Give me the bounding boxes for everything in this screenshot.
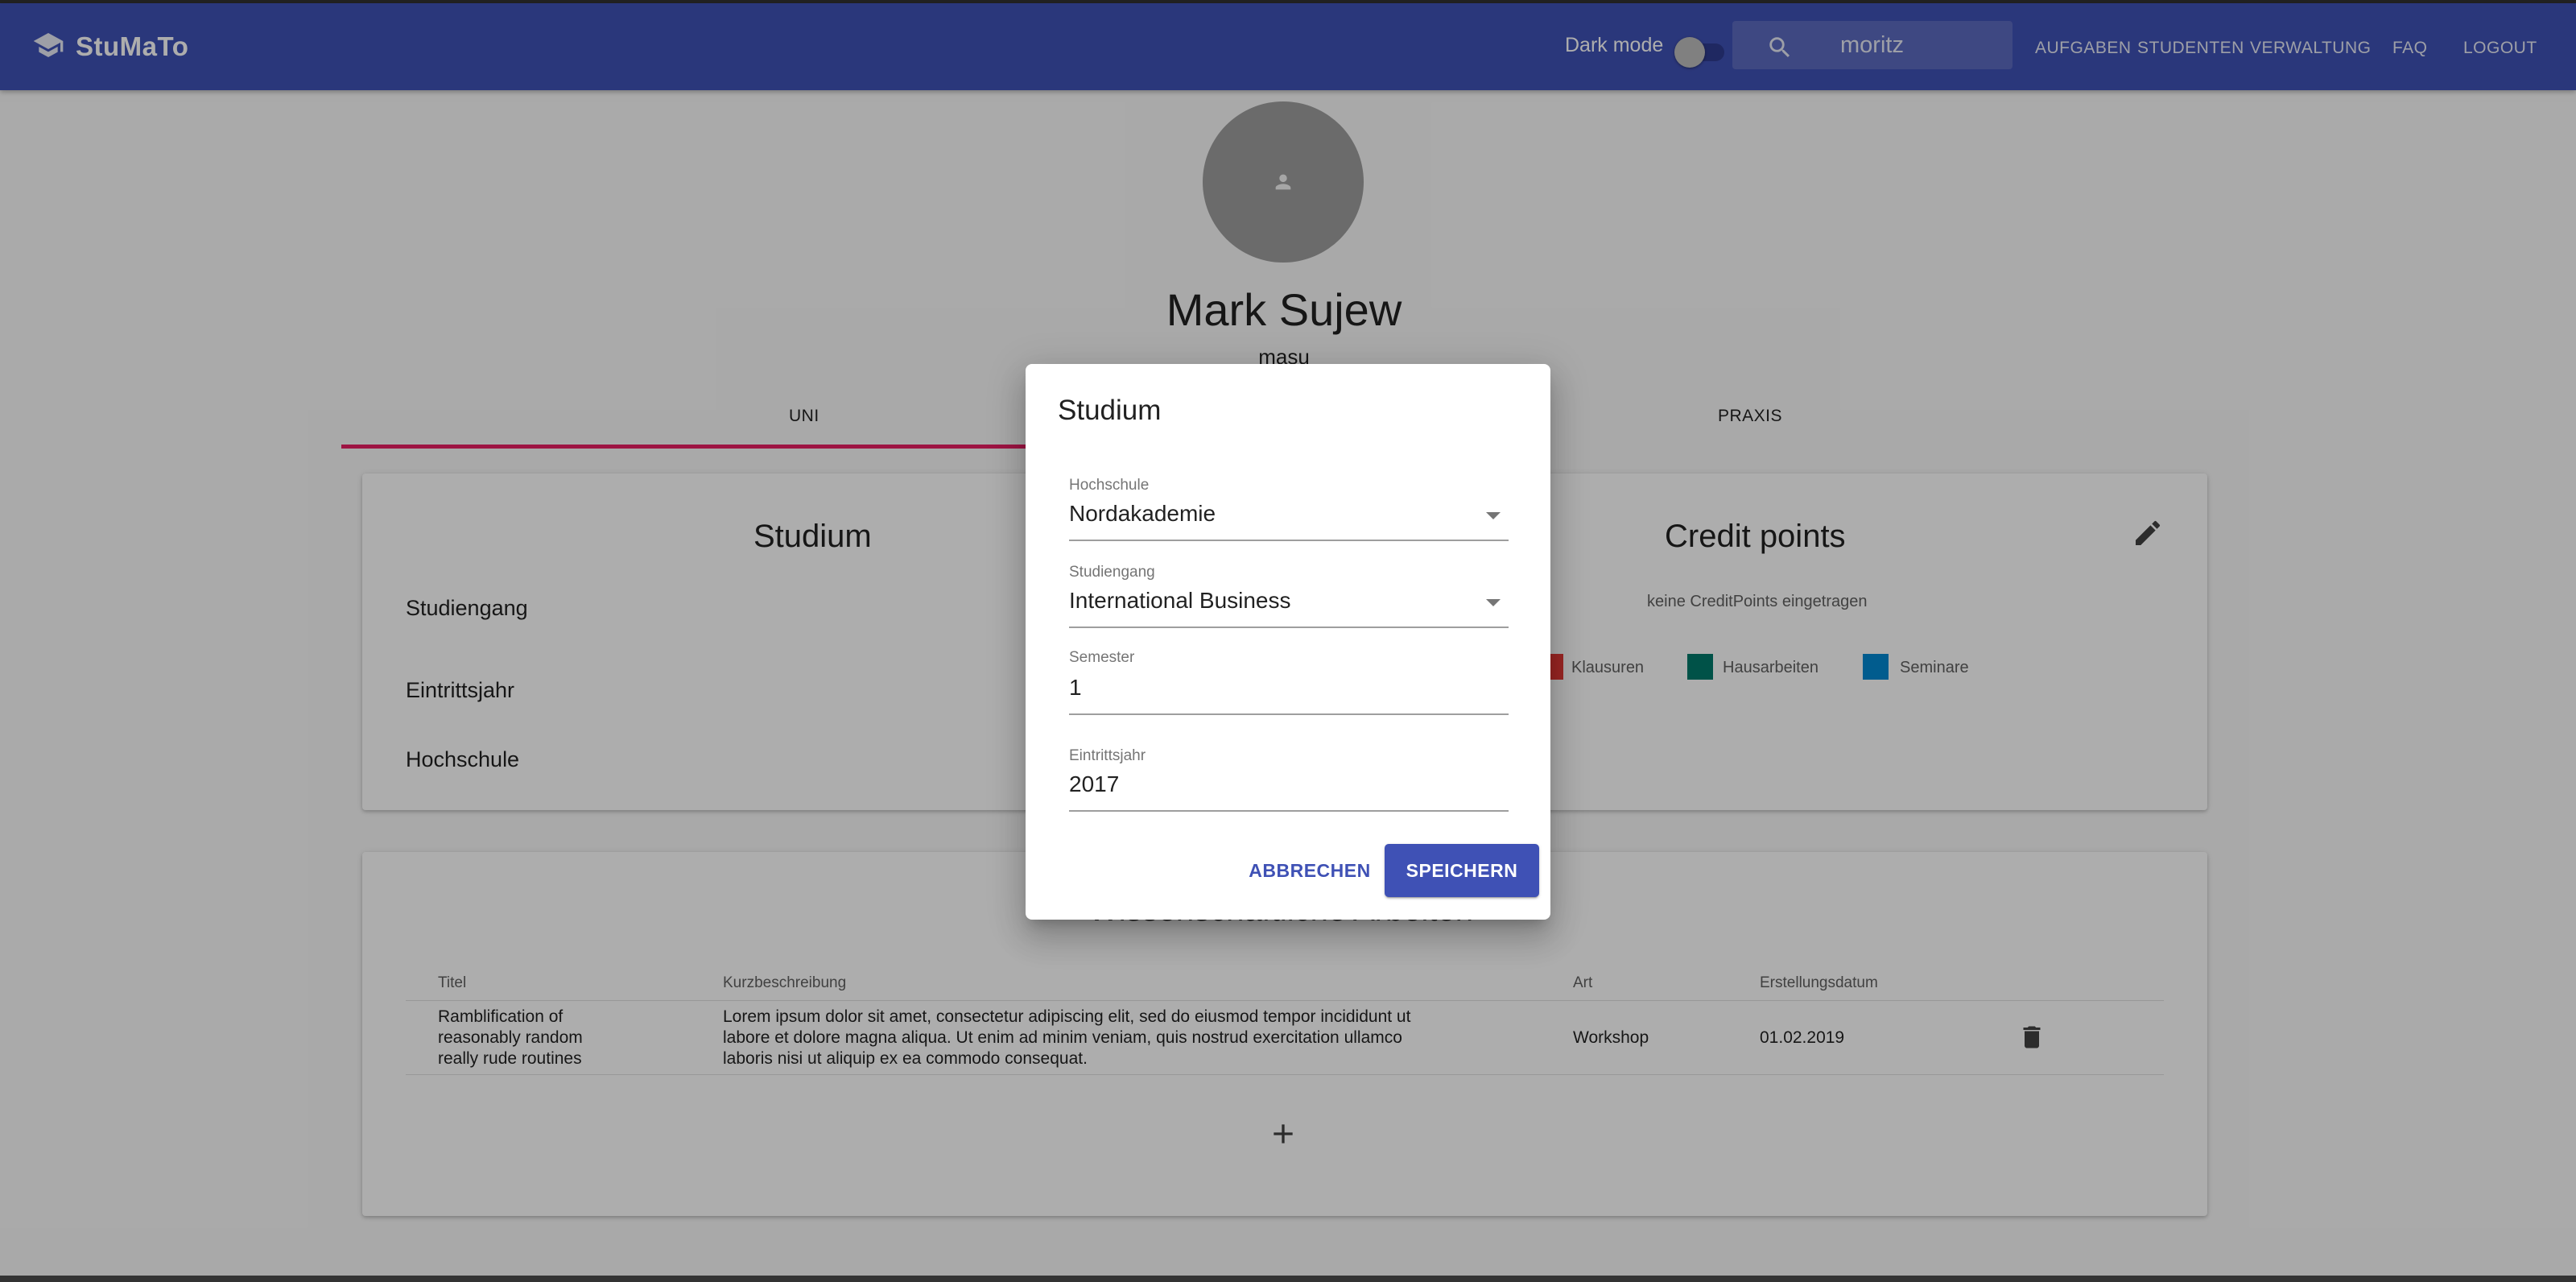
semester-field-value: 1 [1069,675,1082,700]
eintrittsjahr-underline [1069,810,1509,812]
save-button[interactable]: SPEICHERN [1385,844,1539,897]
hochschule-select[interactable]: Hochschule Nordakademie [1069,477,1509,541]
studiengang-select[interactable]: Studiengang International Business [1069,564,1509,628]
semester-field[interactable]: Semester 1 [1069,649,1509,715]
studiengang-field-label: Studiengang [1069,564,1155,581]
chevron-down-icon [1486,599,1501,606]
eintrittsjahr-field[interactable]: Eintrittsjahr 2017 [1069,747,1509,812]
studiengang-field-value: International Business [1069,588,1291,613]
semester-underline [1069,713,1509,715]
hochschule-field-value: Nordakademie [1069,501,1216,526]
window-bottom-border [0,1276,2576,1282]
cancel-button[interactable]: ABBRECHEN [1235,844,1385,897]
eintrittsjahr-field-value: 2017 [1069,771,1120,796]
semester-field-label: Semester [1069,649,1135,666]
studium-dialog: Studium Hochschule Nordakademie Studieng… [1026,364,1550,920]
eintrittsjahr-field-label: Eintrittsjahr [1069,747,1146,764]
chevron-down-icon [1486,512,1501,519]
studiengang-underline [1069,627,1509,628]
hochschule-field-label: Hochschule [1069,477,1150,494]
hochschule-underline [1069,540,1509,541]
dialog-title: Studium [1058,395,1162,426]
